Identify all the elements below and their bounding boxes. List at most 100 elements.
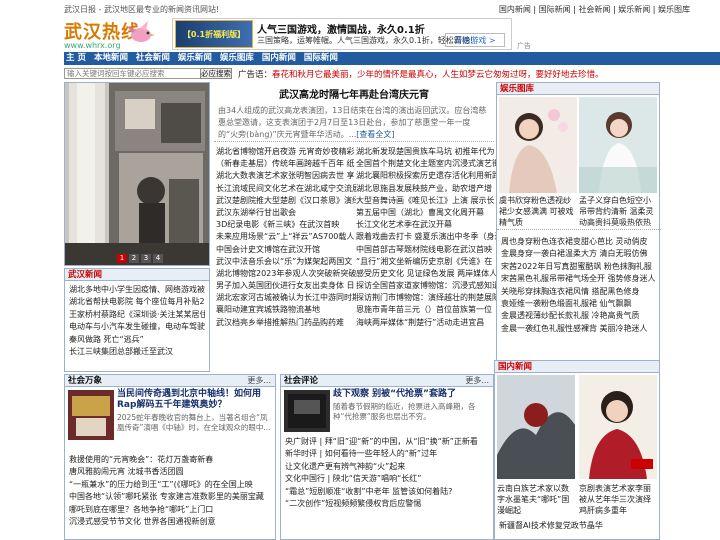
ent-caption-1[interactable]: 虞书欣穿粉色透视纱裙少女感满满 可被戏精气质 bbox=[499, 195, 577, 228]
ent-list-item[interactable]: 金晨身穿一袭白裙温柔大方 清白无瑕仿佛 bbox=[501, 248, 657, 260]
ad-start-button[interactable]: 开始游戏 > bbox=[445, 33, 505, 47]
society-news-item[interactable]: 哪吒到底在哪里？各地争抢“哪吒”上门口 bbox=[69, 504, 273, 516]
headline-title[interactable]: 武汉高龙时隔七年再赴台湾庆元宵 bbox=[214, 86, 494, 101]
ent-list-item[interactable]: 宋茜2022年日写真甜蜜酷飒 粉色抹胸礼服 bbox=[501, 261, 657, 273]
wuhan-news-item[interactable]: 湖北省帮扶电影院 每个座位每月补贴25 bbox=[69, 296, 205, 308]
slide-page-4[interactable]: 4 bbox=[153, 254, 163, 263]
ent-list-item[interactable]: 金晨一袭红色礼服性感裸背 美丽冷艳迷人 bbox=[501, 323, 657, 335]
news-link[interactable]: 武汉楚剧院推大型楚剧《汉口茶恩》演绎 bbox=[216, 195, 356, 207]
headline-more-link[interactable]: [查看全文] bbox=[356, 130, 394, 139]
news-link[interactable]: 感受历史文化 见证绿色发展 两岸媒体人 bbox=[356, 268, 496, 280]
news-link[interactable]: 武汉档亮乡举措推解热门药品购药难 bbox=[216, 317, 356, 329]
news-link[interactable]: 襄阳动建宜宾城铁路物流基地 bbox=[216, 304, 356, 316]
news-link[interactable]: 第五届中国（湖北）曹禺文化周开幕 bbox=[356, 207, 496, 219]
domestic-title[interactable]: 国内新闻 bbox=[495, 361, 659, 373]
society-feature-title[interactable]: 当民间传奇遇到北京中轴线！如何用Rap解码五千年建筑奥妙？ bbox=[117, 389, 273, 411]
news-link[interactable]: 湖北襄阳积极探索历史遗存活化利用新路 bbox=[356, 170, 496, 182]
nav-gallery[interactable]: 娱乐图库 bbox=[220, 53, 254, 63]
domestic-photo-1[interactable] bbox=[497, 375, 575, 479]
wuhan-news-item[interactable]: 秦风做路 死亡“逃兵” bbox=[69, 334, 205, 346]
slide-page-2[interactable]: 2 bbox=[129, 254, 139, 263]
top-link-entertainment[interactable]: 娱乐新闻 bbox=[618, 5, 650, 14]
news-link[interactable]: 未来应用场景“云”上“祥云”AS700载人 bbox=[216, 231, 356, 243]
ent-caption-2[interactable]: 孟子义穿白色短空小吊带背约清新 温柔灵动高贵抖莫吸热依热 bbox=[579, 195, 657, 228]
news-link[interactable]: 湖北新发现楚国贵族车马坑 初推年代为 bbox=[356, 146, 496, 158]
society-news-item[interactable]: 中国各地“认领”哪吒紧张 专家建言准数影里的美丽宝藏 bbox=[69, 491, 273, 503]
comment-news-item[interactable]: 新华时评 | 如何看待一些年轻人的“新”过年 bbox=[285, 448, 491, 460]
domestic-photo-2[interactable] bbox=[579, 375, 657, 479]
comment-news-item[interactable]: “霜总”短剧顺准“收割”中老年 监管该如何着陆? bbox=[285, 486, 491, 498]
ent-list-item[interactable]: 金晨透视薄纱配长款礼服 冷艳高贵气质 bbox=[501, 310, 657, 322]
domestic-news-item[interactable]: 新疆督AI技术修复党政节晶华 bbox=[499, 520, 657, 532]
comment-news-item[interactable]: “二次创作”短视频频繁侵权背后应警惕 bbox=[285, 498, 491, 510]
news-link[interactable]: 海峡两岸媒体“荆楚行”活动走进宜昌 bbox=[356, 317, 496, 329]
news-link[interactable]: 长江文化艺术季在武汉开幕 bbox=[356, 219, 496, 231]
nav-society[interactable]: 社会新闻 bbox=[136, 53, 170, 63]
wuhan-news-item[interactable]: 湖北多地中小学生因疫情、网络游戏被骗 bbox=[69, 284, 205, 296]
slide-page-1[interactable]: 1 bbox=[117, 254, 127, 263]
news-link[interactable]: 3D纪录电影《新三峡》在武汉首映 bbox=[216, 219, 356, 231]
comment-feature-title[interactable]: 歧下观察 别被“代抢票”套路了 bbox=[333, 389, 493, 400]
ent-list-item[interactable]: 袁娅维一袭粉色缎面礼服裙 仙气飘飘 bbox=[501, 298, 657, 310]
comment-more-link[interactable]: 更多... bbox=[465, 375, 489, 387]
ent-list-item[interactable]: 关晓彤穿抹胸连衣裙风情 搭配黑色修身 bbox=[501, 286, 657, 298]
news-link[interactable]: 中国首部古琴题材院线电影在武汉首映 bbox=[356, 244, 496, 256]
comment-news-item[interactable]: 央广财评 | 拜“旧”迎“新”的中国，从“旧”换“新”正新看 bbox=[285, 436, 491, 448]
nav-home[interactable]: 主 页 bbox=[66, 53, 86, 63]
ent-list-item[interactable]: 宋茜黑色礼服吊带裙气场全开 强势修身迷人 bbox=[501, 273, 657, 285]
news-link[interactable]: 长江流域民间文化艺术在湖北咸宁交流展 bbox=[216, 183, 356, 195]
society-photo[interactable] bbox=[68, 390, 114, 440]
wuhan-news-item[interactable]: 王家桥村蔡路纪《深圳谈·关注某某居住主 bbox=[69, 309, 205, 321]
wuhan-news-item[interactable]: 长江三峡集团总部搬迁至武汉 bbox=[69, 346, 205, 358]
ent-list-item[interactable]: 周也身穿粉色连衣裙变甜心芭比 灵动俏皮 bbox=[501, 236, 657, 248]
society-news-item[interactable]: “一瓶兼水”的压力给到王“工”(《哪吒》的在全国上映 bbox=[69, 479, 273, 491]
photo-slideshow[interactable]: 1 2 3 4 bbox=[64, 82, 210, 266]
nav-entertainment[interactable]: 娱乐新闻 bbox=[178, 53, 212, 63]
top-link-international[interactable]: 国际新闻 bbox=[539, 5, 571, 14]
domestic-section: 国内新闻 云南白族艺术家以数字水墨笔夫“哪吒”国漫崛起 京剧表演艺术家李丽被从艺… bbox=[494, 360, 660, 540]
nav-international[interactable]: 国际新闻 bbox=[304, 53, 338, 63]
wuhan-news-item[interactable]: 电动车与小汽车发生碰撞，电动车驾驶员 bbox=[69, 321, 205, 333]
society-list: 救援使用的“元宵晚会”：花灯万盏寄新春 唐风雅韵闹元宵 沈城书香活团圆 “一瓶兼水”… bbox=[65, 451, 277, 531]
news-link[interactable]: 武汉东湖举行甘出歌会 bbox=[216, 207, 356, 219]
nav-domestic[interactable]: 国内新闻 bbox=[262, 53, 296, 63]
news-link[interactable]: 湖北博物馆2023年参观人次突破新突破 bbox=[216, 268, 356, 280]
top-link-society[interactable]: 社会新闻 bbox=[578, 5, 610, 14]
ent-photo-2[interactable] bbox=[579, 97, 657, 193]
society-news-item[interactable]: 唐风雅韵闹元宵 沈城书香活团圆 bbox=[69, 466, 273, 478]
news-link[interactable]: 大型音舞诗画《唯见长江》上演 展示长 bbox=[356, 195, 496, 207]
domestic-caption-1[interactable]: 云南白族艺术家以数字水墨笔夫“哪吒”国漫崛起 bbox=[497, 483, 575, 516]
search-button[interactable]: 必应搜索 bbox=[200, 68, 232, 79]
slide-page-3[interactable]: 3 bbox=[141, 254, 151, 263]
domestic-caption-2[interactable]: 京剧表演艺术家李丽被从艺年华三次演绎鸡肝病多重年 bbox=[579, 483, 657, 516]
news-link[interactable]: 全国首个荆楚文化主题室内沉浸式演艺街 bbox=[356, 158, 496, 170]
news-link[interactable]: （新春走基层）传统年画跨越千百年 纸 bbox=[216, 158, 356, 170]
news-link[interactable]: 湖北省博物馆开启夜游 元宵奇妙夜精彩 bbox=[216, 146, 356, 158]
comment-news-item[interactable]: 文化中国行 | 陕北“信天游”唱响“长红” bbox=[285, 473, 491, 485]
comment-photo[interactable] bbox=[284, 390, 330, 432]
society-more-link[interactable]: 更多... bbox=[247, 375, 271, 387]
ent-photo-1[interactable] bbox=[499, 97, 577, 193]
news-link[interactable]: 湖北宏家河古城被确认为长江中游同时期 bbox=[216, 292, 356, 304]
news-link[interactable]: 恩施市青年苗三元（）首位苗族第一位 bbox=[356, 304, 496, 316]
news-link[interactable]: 探访荆门市博物馆：演绎越壮的荆楚展陈 bbox=[356, 292, 496, 304]
top-link-domestic[interactable]: 国内新闻 bbox=[499, 5, 531, 14]
news-link[interactable]: 中国会计史文博馆在武汉开馆 bbox=[216, 244, 356, 256]
slogan-notice: 广告语：春花和秋月它最美丽，少年的情怀是最真心，人生如梦云它匆匆过呀，要好好地去… bbox=[238, 68, 604, 80]
society-news-item[interactable]: 救援使用的“元宵晚会”：花灯万盏寄新春 bbox=[69, 454, 273, 466]
news-link[interactable]: 湖北恩施县发展秧鼓产业，助农增产增 bbox=[356, 183, 496, 195]
wuhan-news-title[interactable]: 武汉新闻 bbox=[65, 269, 209, 281]
news-link[interactable]: 男子加入英国团伙进行女友出卖身体 日 bbox=[216, 280, 356, 292]
news-link[interactable]: 湖北大数表演艺术家张明智因病去世 享 bbox=[216, 170, 356, 182]
ent-list: 周也身穿粉色连衣裙变甜心芭比 灵动俏皮 金晨身穿一袭白裙温柔大方 清白无瑕仿佛 宋茜… bbox=[497, 229, 661, 338]
game-ad[interactable]: 【0.1折福利版】 人气三国游戏，激情国战，永久0.1折 三国策略，运筹帷幄。人… bbox=[172, 18, 531, 50]
news-link[interactable]: 探访全国首家道家博物馆：沉浸式感知道 bbox=[356, 280, 496, 292]
comment-news-item[interactable]: 让文化遗产更有辨气神韵“火”起来 bbox=[285, 461, 491, 473]
news-link[interactable]: “且行”湘文坐新编历史京剧《凭谁》在 bbox=[356, 256, 496, 268]
ent-gallery-title[interactable]: 娱乐图库 bbox=[497, 83, 659, 95]
society-news-item[interactable]: 沉浸式感受节节文化 世界各国通视新创意 bbox=[69, 516, 273, 528]
news-link[interactable]: 跟着戏曲去打卡 盛夏乐演出中冬季（身边 bbox=[356, 231, 496, 243]
top-link-gallery[interactable]: 娱乐图库 bbox=[658, 5, 690, 14]
news-link[interactable]: 武汉中法音乐会以“乐”为媒架起两国文 bbox=[216, 256, 356, 268]
nav-local[interactable]: 本地新闻 bbox=[94, 53, 128, 63]
